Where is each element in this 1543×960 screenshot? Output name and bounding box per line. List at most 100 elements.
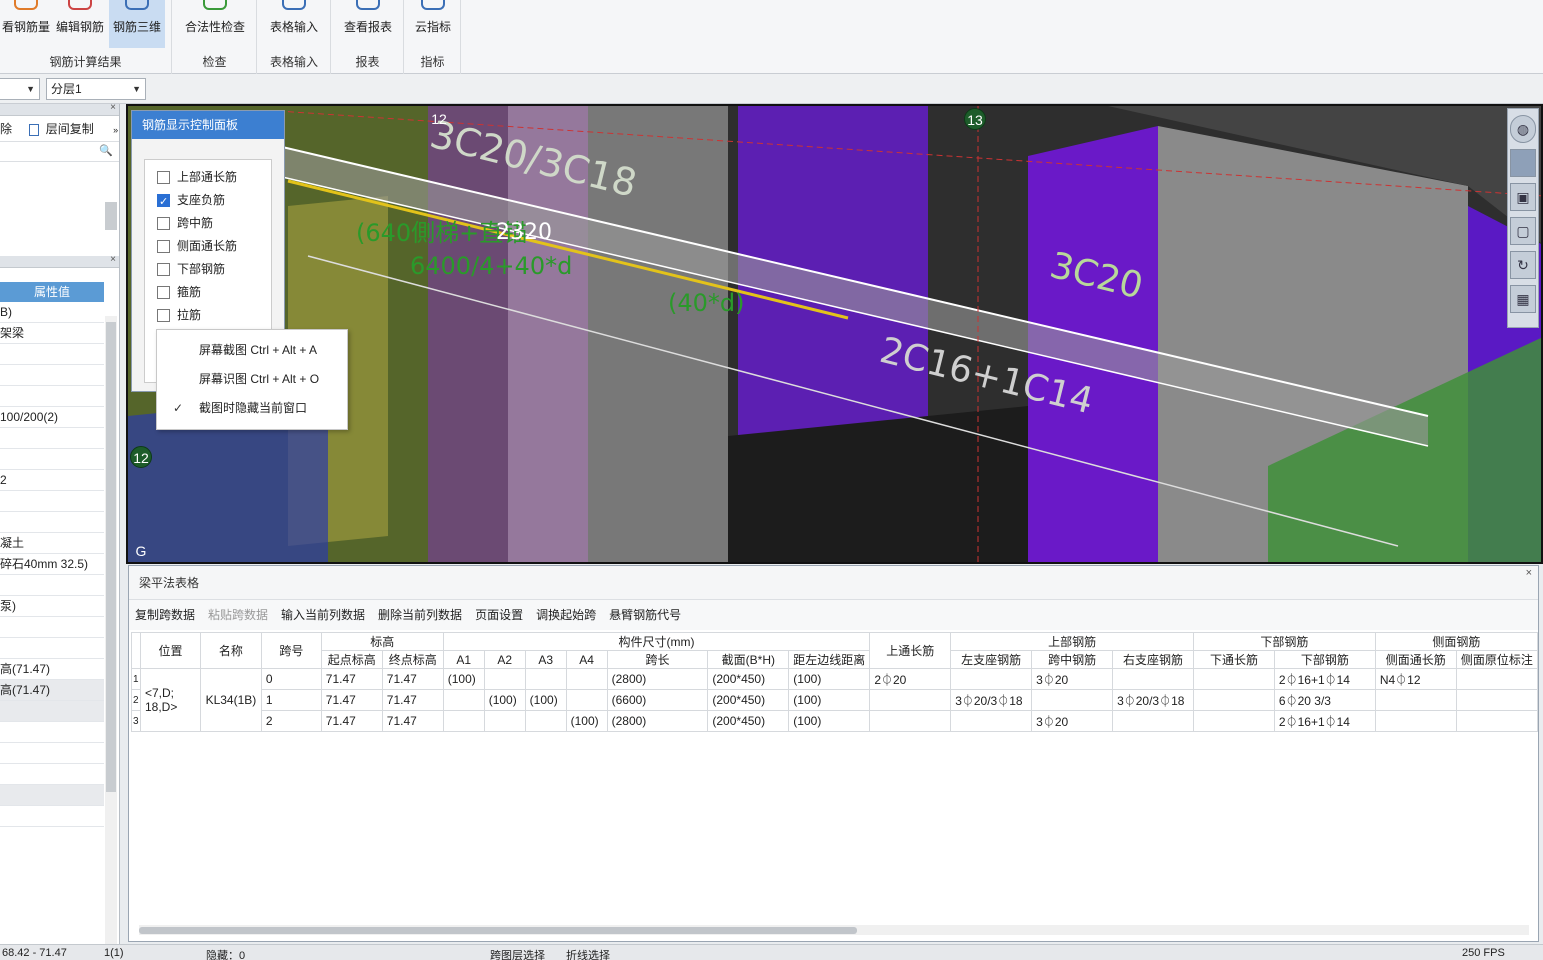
column-header[interactable]: A2: [483, 650, 526, 669]
cell-left[interactable]: 3⏀20/3⏀18: [950, 689, 1033, 711]
cell-len[interactable]: (2800): [606, 710, 709, 732]
property-value[interactable]: 2: [0, 470, 104, 491]
column-header[interactable]: 下通长筋: [1193, 650, 1275, 669]
column-header[interactable]: 跨长: [606, 650, 709, 669]
cloud-index-button[interactable]: 云指标: [409, 0, 457, 48]
menu-item-screenshot[interactable]: 屏幕截图 Ctrl + Alt + A: [157, 336, 347, 365]
menu-item-screen-ocr[interactable]: 屏幕识图 Ctrl + Alt + O: [157, 365, 347, 394]
more-icon[interactable]: »: [113, 125, 118, 135]
cell-botcont[interactable]: [1193, 689, 1275, 711]
cell-end[interactable]: 71.47: [381, 710, 444, 732]
column-header[interactable]: 终点标高: [381, 650, 444, 669]
polyline-select-button[interactable]: 折线选择: [566, 947, 610, 960]
cell-a1[interactable]: [442, 710, 485, 732]
rebar-option-checkbox[interactable]: 箍筋: [145, 281, 271, 304]
copy-between-floors-button[interactable]: 层间复制: [46, 122, 94, 136]
cell-bot[interactable]: 2⏀16+1⏀14: [1273, 668, 1376, 690]
property-value[interactable]: [0, 575, 104, 596]
property-value[interactable]: 凝土: [0, 533, 104, 554]
rebar-option-checkbox[interactable]: 上部通长筋: [145, 166, 271, 189]
cell-left[interactable]: [950, 668, 1033, 690]
cell-sidecont[interactable]: [1374, 710, 1457, 732]
layer-dropdown[interactable]: 分层1 ▼: [46, 78, 146, 100]
cell-right[interactable]: [1112, 710, 1195, 732]
view-rebar-quantity-button[interactable]: 看钢筋量: [0, 0, 52, 48]
cell-mid[interactable]: [1031, 689, 1114, 711]
cell-sidecont[interactable]: N4⏀12: [1374, 668, 1457, 690]
properties-scrollbar[interactable]: [105, 316, 117, 944]
scroll-thumb[interactable]: [106, 322, 116, 792]
cell-dist[interactable]: (100): [788, 689, 871, 711]
close-icon[interactable]: ×: [110, 254, 116, 265]
table-horizontal-scrollbar[interactable]: [139, 925, 1529, 935]
cell-a2[interactable]: (100): [483, 689, 526, 711]
property-value[interactable]: [0, 449, 104, 470]
property-value[interactable]: [0, 638, 104, 659]
property-value[interactable]: [0, 344, 104, 365]
checkbox-icon[interactable]: [157, 263, 170, 276]
property-value[interactable]: [0, 491, 104, 512]
table-toolbar-button[interactable]: 悬臂钢筋代号: [609, 608, 681, 622]
column-header[interactable]: 侧面通长筋: [1374, 650, 1457, 669]
cell-a4[interactable]: [565, 668, 608, 690]
table-toolbar-button[interactable]: 复制跨数据: [135, 608, 195, 622]
floor-dropdown[interactable]: ▼: [0, 78, 40, 100]
property-value[interactable]: [0, 512, 104, 533]
table-toolbar-button[interactable]: 页面设置: [475, 608, 523, 622]
checkbox-icon[interactable]: [157, 240, 170, 253]
cell-start[interactable]: 71.47: [320, 689, 383, 711]
span-cell[interactable]: 0: [260, 668, 322, 690]
cell-sideann[interactable]: [1455, 689, 1539, 711]
property-value[interactable]: 泵): [0, 596, 104, 617]
cell-a3[interactable]: [524, 668, 567, 690]
cell-end[interactable]: 71.47: [381, 689, 444, 711]
property-value[interactable]: [0, 764, 104, 785]
property-value[interactable]: 碎石40mm 32.5): [0, 554, 104, 575]
cell-a4[interactable]: [565, 689, 608, 711]
property-value[interactable]: [0, 428, 104, 449]
cell-a1[interactable]: [442, 689, 485, 711]
delete-button[interactable]: 除: [0, 122, 12, 136]
column-header[interactable]: 右支座钢筋: [1112, 650, 1195, 669]
cell-len[interactable]: (6600): [606, 689, 709, 711]
cell-a3[interactable]: [524, 710, 567, 732]
span-cell[interactable]: 1: [260, 689, 322, 711]
cell-dist[interactable]: (100): [788, 668, 871, 690]
cell-a3[interactable]: (100): [524, 689, 567, 711]
cell-start[interactable]: 71.47: [320, 668, 383, 690]
cell-mid[interactable]: 3⏀20: [1031, 710, 1114, 732]
checkbox-icon[interactable]: [157, 309, 170, 322]
control-panel-title[interactable]: 钢筋显示控制面板: [132, 111, 284, 139]
settings-grid-icon[interactable]: ▦: [1510, 285, 1536, 313]
position-cell[interactable]: <7,D; 18,D>: [140, 668, 201, 732]
table-row[interactable]: 2 1 71.47 71.47 (100) (100) (6600) (200*450) (10…: [131, 689, 1539, 711]
rotate-icon[interactable]: ↻: [1510, 251, 1536, 279]
column-header[interactable]: 起点标高: [320, 650, 383, 669]
column-header[interactable]: 侧面原位标注: [1455, 650, 1539, 669]
cell-botcont[interactable]: [1193, 668, 1275, 690]
name-cell[interactable]: KL34(1B): [199, 668, 262, 732]
table-toolbar-button[interactable]: 粘贴跨数据: [208, 608, 268, 622]
span-cell[interactable]: 2: [260, 710, 322, 732]
table-toolbar-button[interactable]: 调换起始跨: [536, 608, 596, 622]
table-input-button[interactable]: 表格输入: [262, 0, 326, 48]
property-value[interactable]: [0, 806, 104, 827]
column-header[interactable]: 下部钢筋: [1273, 650, 1376, 669]
checkbox-icon[interactable]: [157, 217, 170, 230]
cell-right[interactable]: 3⏀20/3⏀18: [1112, 689, 1195, 711]
cube-view-icon[interactable]: ▢: [1510, 217, 1536, 245]
rebar-option-checkbox[interactable]: 拉筋: [145, 304, 271, 327]
cell-a2[interactable]: [483, 668, 526, 690]
component-search[interactable]: 🔍: [0, 142, 119, 162]
property-value[interactable]: [0, 785, 104, 806]
column-header[interactable]: A3: [524, 650, 567, 669]
cell-right[interactable]: [1112, 668, 1195, 690]
column-header[interactable]: A4: [565, 650, 608, 669]
column-header[interactable]: 左支座钢筋: [950, 650, 1033, 669]
property-value[interactable]: [0, 743, 104, 764]
checkbox-checked-icon[interactable]: [157, 191, 170, 214]
cell-end[interactable]: 71.47: [381, 668, 444, 690]
property-value[interactable]: [0, 701, 104, 722]
2d-view-icon[interactable]: [1510, 149, 1536, 177]
view-report-button[interactable]: 查看报表: [336, 0, 400, 48]
